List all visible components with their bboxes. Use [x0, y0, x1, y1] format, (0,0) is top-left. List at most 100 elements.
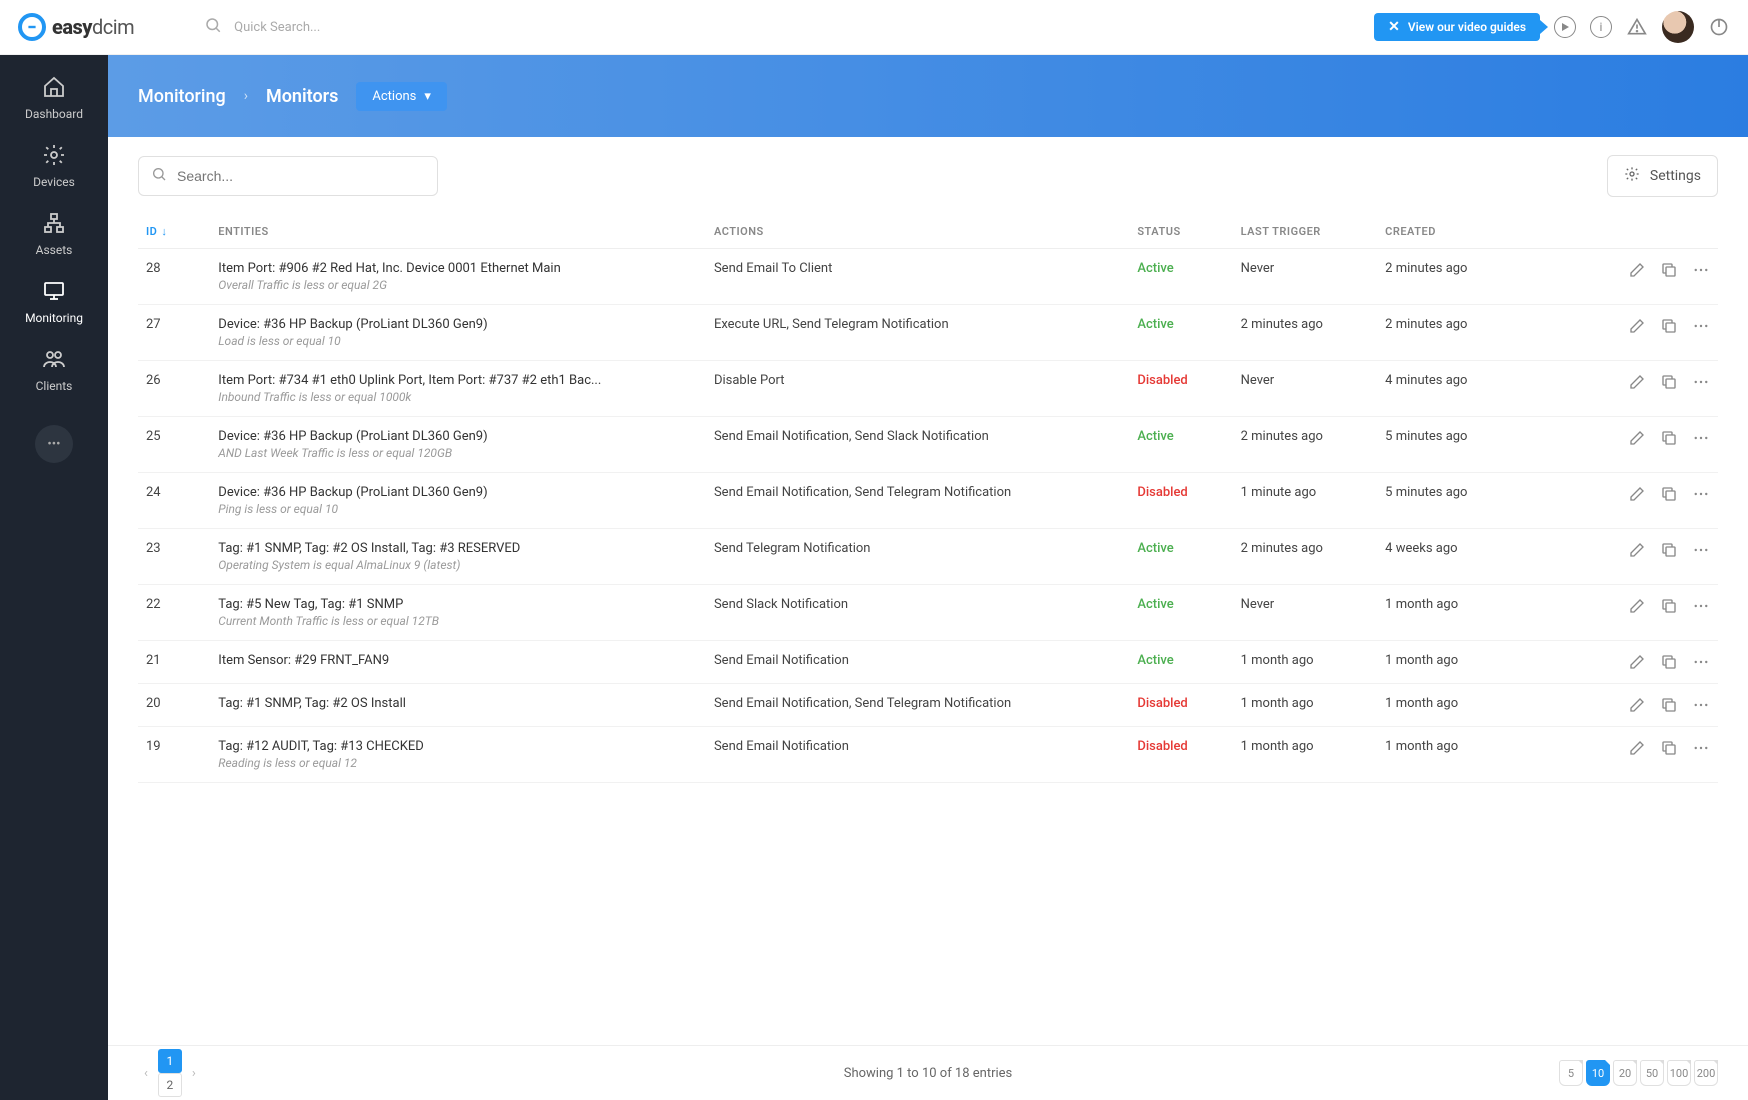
cell-created: 1 month ago [1377, 641, 1594, 684]
quick-search[interactable]: Quick Search... [204, 16, 320, 38]
cell-actions: Send Email Notification [706, 641, 1129, 684]
search-input[interactable] [138, 156, 438, 196]
cell-last-trigger: 1 month ago [1233, 727, 1378, 783]
play-icon[interactable] [1554, 16, 1576, 38]
cell-last-trigger: Never [1233, 361, 1378, 417]
cell-id: 19 [138, 727, 210, 783]
alert-icon[interactable] [1626, 16, 1648, 38]
actions-dropdown[interactable]: Actions ▾ [356, 82, 447, 111]
cell-actions: Send Email Notification, Send Slack Noti… [706, 417, 1129, 473]
page-1[interactable]: 1 [158, 1049, 182, 1073]
cell-actions: Send Email Notification, Send Telegram N… [706, 684, 1129, 727]
size-10[interactable]: 10 [1586, 1060, 1610, 1086]
edit-icon[interactable] [1628, 597, 1646, 615]
edit-icon[interactable] [1628, 541, 1646, 559]
edit-icon[interactable] [1628, 317, 1646, 335]
table-row[interactable]: 20Tag: #1 SNMP, Tag: #2 OS InstallSend E… [138, 684, 1718, 727]
more-icon[interactable] [1692, 317, 1710, 335]
more-icon[interactable] [1692, 373, 1710, 391]
table-row[interactable]: 24Device: #36 HP Backup (ProLiant DL360 … [138, 473, 1718, 529]
sort-down-icon: ↓ [161, 225, 167, 238]
more-icon[interactable] [1692, 597, 1710, 615]
sidebar-item-monitoring[interactable]: Monitoring [25, 279, 83, 325]
edit-icon[interactable] [1628, 373, 1646, 391]
sidebar-item-dashboard[interactable]: Dashboard [25, 75, 83, 121]
avatar[interactable] [1662, 11, 1694, 43]
cell-last-trigger: 2 minutes ago [1233, 305, 1378, 361]
edit-icon[interactable] [1628, 261, 1646, 279]
copy-icon[interactable] [1660, 485, 1678, 503]
entity-title: Device: #36 HP Backup (ProLiant DL360 Ge… [218, 317, 698, 332]
sidebar-item-clients[interactable]: Clients [36, 347, 73, 393]
status-badge: Active [1137, 317, 1173, 332]
page-prev[interactable]: ‹ [138, 1066, 154, 1081]
edit-icon[interactable] [1628, 696, 1646, 714]
copy-icon[interactable] [1660, 653, 1678, 671]
sidebar-more-button[interactable]: ••• [35, 425, 73, 463]
copy-icon[interactable] [1660, 739, 1678, 757]
table-row[interactable]: 23Tag: #1 SNMP, Tag: #2 OS Install, Tag:… [138, 529, 1718, 585]
col-entities[interactable]: ENTITIES [210, 215, 706, 249]
col-id[interactable]: ID↓ [138, 215, 210, 249]
more-icon[interactable] [1692, 739, 1710, 757]
size-100[interactable]: 100 [1667, 1060, 1691, 1086]
table-row[interactable]: 27 Device: #36 HP Backup (ProLiant DL360 … [138, 305, 1718, 361]
entity-title: Tag: #1 SNMP, Tag: #2 OS Install, Tag: #… [218, 541, 698, 556]
logo[interactable]: easydcim [18, 13, 134, 41]
network-icon [42, 211, 66, 235]
table-row[interactable]: 26Item Port: #734 #1 eth0 Uplink Port, I… [138, 361, 1718, 417]
table-row[interactable]: 28Item Port: #906 #2 Red Hat, Inc. Devic… [138, 249, 1718, 305]
copy-icon[interactable] [1660, 597, 1678, 615]
table-row[interactable]: 21 Item Sensor: #29 FRNT_FAN9 Send Email N… [138, 641, 1718, 684]
cell-actions: Send Slack Notification [706, 585, 1129, 641]
size-20[interactable]: 20 [1613, 1060, 1637, 1086]
copy-icon[interactable] [1660, 373, 1678, 391]
col-last-trigger[interactable]: LAST TRIGGER [1233, 215, 1378, 249]
power-icon[interactable] [1708, 16, 1730, 38]
edit-icon[interactable] [1628, 485, 1646, 503]
cell-id: 27 [138, 305, 210, 361]
sidebar: Dashboard Devices Assets Monitoring Clie… [0, 55, 108, 1100]
col-created[interactable]: CREATED [1377, 215, 1594, 249]
table-row[interactable]: 19Tag: #12 AUDIT, Tag: #13 CHECKEDReadin… [138, 727, 1718, 783]
video-guides-button[interactable]: ✕ View our video guides [1374, 13, 1540, 41]
settings-button[interactable]: Settings [1607, 155, 1718, 197]
sidebar-item-devices[interactable]: Devices [33, 143, 75, 189]
copy-icon[interactable] [1660, 317, 1678, 335]
copy-icon[interactable] [1660, 541, 1678, 559]
cell-id: 21 [138, 641, 210, 684]
home-icon [42, 75, 66, 99]
entity-title: Item Sensor: #29 FRNT_FAN9 [218, 653, 698, 668]
edit-icon[interactable] [1628, 429, 1646, 447]
more-icon[interactable] [1692, 541, 1710, 559]
copy-icon[interactable] [1660, 429, 1678, 447]
actions-label: Actions [372, 89, 416, 104]
more-icon[interactable] [1692, 696, 1710, 714]
more-icon[interactable] [1692, 485, 1710, 503]
breadcrumb-parent[interactable]: Monitoring [138, 86, 226, 107]
more-icon[interactable] [1692, 429, 1710, 447]
more-icon[interactable] [1692, 261, 1710, 279]
info-icon[interactable]: i [1590, 16, 1612, 38]
cell-id: 24 [138, 473, 210, 529]
close-icon[interactable]: ✕ [1388, 20, 1400, 34]
settings-label: Settings [1650, 168, 1701, 184]
more-icon[interactable] [1692, 653, 1710, 671]
edit-icon[interactable] [1628, 653, 1646, 671]
table-row[interactable]: 25Device: #36 HP Backup (ProLiant DL360 … [138, 417, 1718, 473]
cell-id: 20 [138, 684, 210, 727]
edit-icon[interactable] [1628, 739, 1646, 757]
page-2[interactable]: 2 [158, 1073, 182, 1097]
sidebar-item-assets[interactable]: Assets [36, 211, 73, 257]
copy-icon[interactable] [1660, 261, 1678, 279]
copy-icon[interactable] [1660, 696, 1678, 714]
col-status[interactable]: STATUS [1129, 215, 1232, 249]
status-badge: Active [1137, 429, 1173, 444]
size-50[interactable]: 50 [1640, 1060, 1664, 1086]
search-field[interactable] [177, 168, 425, 184]
size-200[interactable]: 200 [1694, 1060, 1718, 1086]
col-actions[interactable]: ACTIONS [706, 215, 1129, 249]
page-next[interactable]: › [186, 1066, 202, 1081]
table-row[interactable]: 22Tag: #5 New Tag, Tag: #1 SNMPCurrent M… [138, 585, 1718, 641]
size-5[interactable]: 5 [1559, 1060, 1583, 1086]
